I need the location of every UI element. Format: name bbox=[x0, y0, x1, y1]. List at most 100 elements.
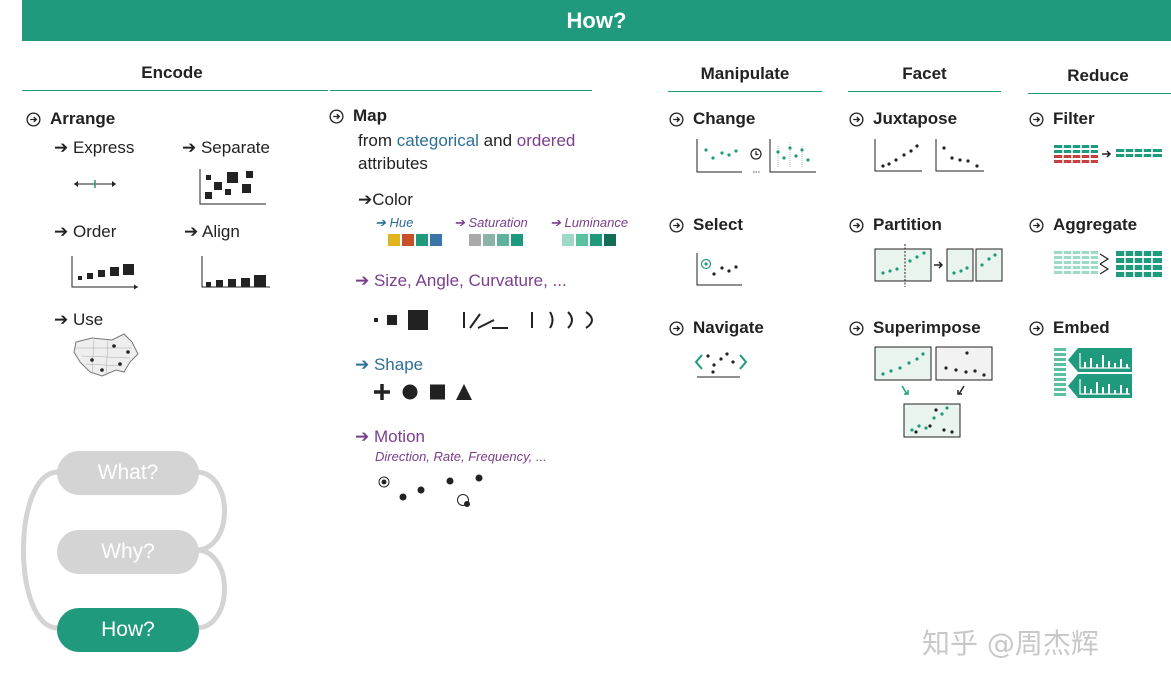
arrow-right-icon: ➔ bbox=[54, 222, 73, 241]
why-pill[interactable]: Why? bbox=[57, 530, 199, 574]
arrange-label: Arrange bbox=[50, 109, 116, 128]
map-size[interactable]: ➔ Size, Angle, Curvature, ... bbox=[355, 271, 567, 291]
circle-arrow-icon bbox=[849, 320, 864, 336]
circle-arrow-icon bbox=[669, 320, 684, 336]
map-line2: attributes bbox=[358, 154, 428, 173]
header-facet: Facet bbox=[902, 64, 947, 83]
what-label: What? bbox=[97, 461, 159, 484]
partition-glyph bbox=[874, 244, 1003, 287]
arrow-right-icon: ➔ bbox=[182, 138, 201, 157]
hue-label: ➔ Hue bbox=[375, 215, 413, 231]
separate-glyph bbox=[199, 169, 266, 205]
arrange-order[interactable]: ➔ Order bbox=[54, 222, 116, 242]
category-juxtapose[interactable]: Juxtapose bbox=[849, 109, 957, 129]
how-banner: How? bbox=[22, 0, 1171, 41]
category-change[interactable]: Change bbox=[669, 109, 755, 129]
circle-arrow-icon bbox=[1029, 111, 1044, 127]
navigate-glyph bbox=[694, 352, 748, 378]
category-select[interactable]: Select bbox=[669, 215, 743, 235]
embed-glyph bbox=[1054, 348, 1132, 398]
order-glyph bbox=[71, 256, 138, 290]
circle-arrow-icon bbox=[26, 111, 41, 127]
aggregate-label: Aggregate bbox=[1053, 215, 1138, 234]
category-partition[interactable]: Partition bbox=[849, 215, 942, 235]
arrow-right-icon: ➔ bbox=[184, 222, 203, 241]
align-glyph bbox=[201, 256, 270, 288]
align-label: Align bbox=[202, 222, 240, 241]
arrow-right-icon: ➔ bbox=[355, 427, 374, 446]
map-label: Map bbox=[353, 106, 387, 125]
map-line1: from categorical and ordered bbox=[358, 131, 575, 151]
category-map[interactable]: Map bbox=[329, 106, 387, 126]
why-label: Why? bbox=[101, 540, 155, 563]
arrange-use[interactable]: ➔ Use bbox=[54, 310, 103, 330]
select-glyph bbox=[696, 253, 742, 286]
saturation-swatches bbox=[469, 234, 523, 246]
category-navigate[interactable]: Navigate bbox=[669, 318, 764, 338]
luminance-text: Luminance bbox=[564, 215, 629, 230]
rule-encode-left bbox=[22, 90, 328, 91]
how-label: How? bbox=[101, 618, 155, 641]
arrange-express[interactable]: ➔ Express bbox=[54, 138, 134, 158]
arrow-right-icon: ➔ bbox=[550, 215, 565, 230]
aggregate-glyph bbox=[1054, 250, 1162, 278]
header-reduce: Reduce bbox=[1067, 66, 1129, 85]
embed-label: Embed bbox=[1053, 318, 1110, 337]
map-and: and bbox=[478, 131, 517, 150]
banner-title: How? bbox=[566, 7, 627, 33]
shape-label: Shape bbox=[373, 355, 424, 374]
navigate-label: Navigate bbox=[693, 318, 764, 337]
shape-glyph bbox=[374, 384, 472, 400]
express-label: Express bbox=[72, 138, 135, 157]
express-glyph bbox=[74, 180, 116, 188]
select-label: Select bbox=[693, 215, 744, 234]
circle-arrow-icon bbox=[329, 108, 344, 124]
circle-arrow-icon bbox=[669, 111, 684, 127]
motion-label: Motion bbox=[373, 427, 425, 446]
arrow-right-icon: ➔ bbox=[375, 215, 390, 230]
map-shape[interactable]: ➔ Shape bbox=[355, 355, 423, 375]
luminance-swatches bbox=[562, 234, 616, 246]
circle-arrow-icon bbox=[849, 217, 864, 233]
superimpose-glyph bbox=[874, 346, 993, 438]
category-embed[interactable]: Embed bbox=[1029, 318, 1110, 338]
map-ordered: ordered bbox=[516, 131, 576, 150]
rule-reduce bbox=[1028, 93, 1171, 94]
arrange-separate[interactable]: ➔ Separate bbox=[182, 138, 270, 158]
rule-manipulate bbox=[668, 91, 822, 92]
filter-label: Filter bbox=[1053, 109, 1095, 128]
size-label: Size, Angle, Curvature, ... bbox=[373, 271, 567, 290]
change-label: Change bbox=[693, 109, 756, 128]
arrange-align[interactable]: ➔ Align bbox=[184, 222, 240, 242]
arrow-right-icon: ➔ bbox=[355, 355, 374, 374]
header-manipulate: Manipulate bbox=[700, 64, 790, 83]
category-aggregate[interactable]: Aggregate bbox=[1029, 215, 1137, 235]
rule-encode-right bbox=[330, 90, 592, 91]
map-categorical: categorical bbox=[396, 131, 479, 150]
filter-glyph bbox=[1054, 143, 1162, 165]
category-arrange[interactable]: Arrange bbox=[26, 109, 115, 129]
category-superimpose[interactable]: Superimpose bbox=[849, 318, 981, 338]
circle-arrow-icon bbox=[1029, 320, 1044, 336]
map-motion[interactable]: ➔ Motion bbox=[355, 427, 425, 447]
circle-arrow-icon bbox=[1029, 217, 1044, 233]
saturation-text: Saturation bbox=[468, 215, 528, 230]
hue-swatches bbox=[388, 234, 442, 246]
superimpose-label: Superimpose bbox=[873, 318, 981, 337]
motion-subtitle: Direction, Rate, Frequency, ... bbox=[375, 449, 547, 464]
luminance-label: ➔ Luminance bbox=[550, 215, 628, 231]
juxtapose-label: Juxtapose bbox=[873, 109, 958, 128]
what-pill[interactable]: What? bbox=[57, 451, 199, 495]
arrow-right-icon: ➔ bbox=[454, 215, 469, 230]
circle-arrow-icon bbox=[669, 217, 684, 233]
category-filter[interactable]: Filter bbox=[1029, 109, 1095, 129]
saturation-label: ➔ Saturation bbox=[454, 215, 528, 231]
map-color[interactable]: ➔Color bbox=[358, 190, 413, 210]
motion-glyph bbox=[378, 474, 483, 507]
order-label: Order bbox=[72, 222, 117, 241]
map-line1-prefix: from bbox=[358, 131, 397, 150]
size-angle-curvature-glyph bbox=[374, 310, 593, 330]
arrow-right-icon: ➔ bbox=[358, 190, 373, 209]
rule-facet bbox=[848, 91, 1001, 92]
how-pill[interactable]: How? bbox=[57, 608, 199, 652]
